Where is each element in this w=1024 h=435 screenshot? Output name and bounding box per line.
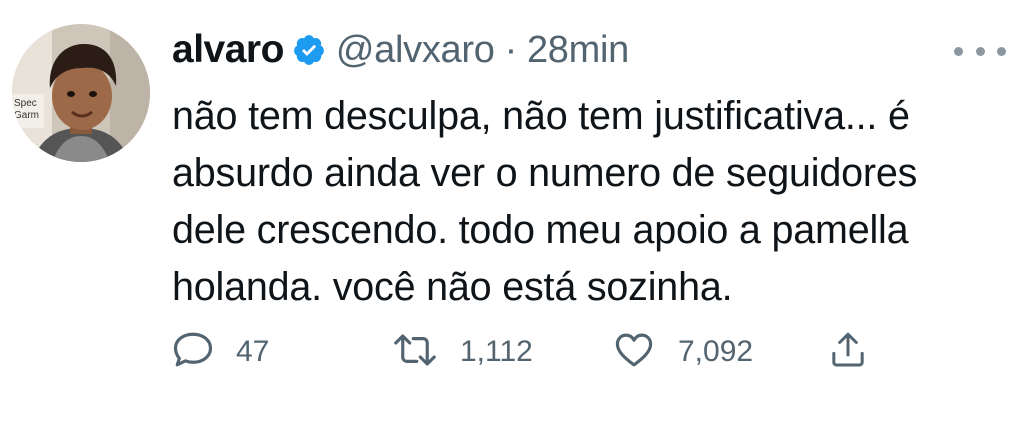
reply-count: 47 (236, 335, 270, 368)
timestamp[interactable]: 28min (527, 29, 629, 72)
verified-badge-icon (292, 33, 326, 67)
reply-button[interactable]: 47 (172, 322, 269, 382)
retweet-button[interactable]: 1,112 (392, 322, 533, 382)
avatar-photo: Spec Garm (12, 24, 150, 162)
handle[interactable]: @alvxaro (336, 29, 495, 72)
heart-icon (612, 329, 656, 376)
speech-bubble-icon (172, 329, 214, 376)
separator-dot: · (504, 28, 518, 71)
tweet-text-line: dele crescendo. todo meu apoio a pamella (172, 208, 909, 252)
more-dots-icon[interactable] (954, 38, 1006, 64)
more-dot (975, 46, 985, 56)
like-count: 7,092 (678, 335, 754, 368)
avatar-text-1: Spec (14, 98, 37, 109)
retweet-count: 1,112 (460, 335, 533, 368)
share-upload-icon (828, 329, 868, 376)
tweet-text: não tem desculpa, não tem justificativa.… (172, 88, 1012, 316)
retweet-arrows-icon (392, 329, 438, 376)
share-button[interactable] (828, 322, 868, 382)
display-name[interactable]: alvaro (172, 28, 284, 72)
more-dot (954, 46, 963, 56)
tweet-text-line: absurdo ainda ver o numero de seguidores (172, 151, 918, 195)
more-dot (997, 46, 1006, 56)
action-bar: 47 1,112 7,092 (172, 322, 1012, 382)
tweet-text-line: não tem desculpa, não tem justificativa.… (172, 94, 910, 138)
like-button[interactable]: 7,092 (612, 322, 753, 382)
avatar[interactable]: Spec Garm (12, 24, 150, 162)
tweet: Spec Garm alvaro @alvxaro · 28min não te… (0, 0, 1024, 435)
tweet-text-line: holanda. você não está sozinha. (172, 265, 733, 309)
avatar-text-2: Garm (14, 110, 39, 121)
tweet-header: alvaro @alvxaro · 28min (172, 24, 629, 76)
